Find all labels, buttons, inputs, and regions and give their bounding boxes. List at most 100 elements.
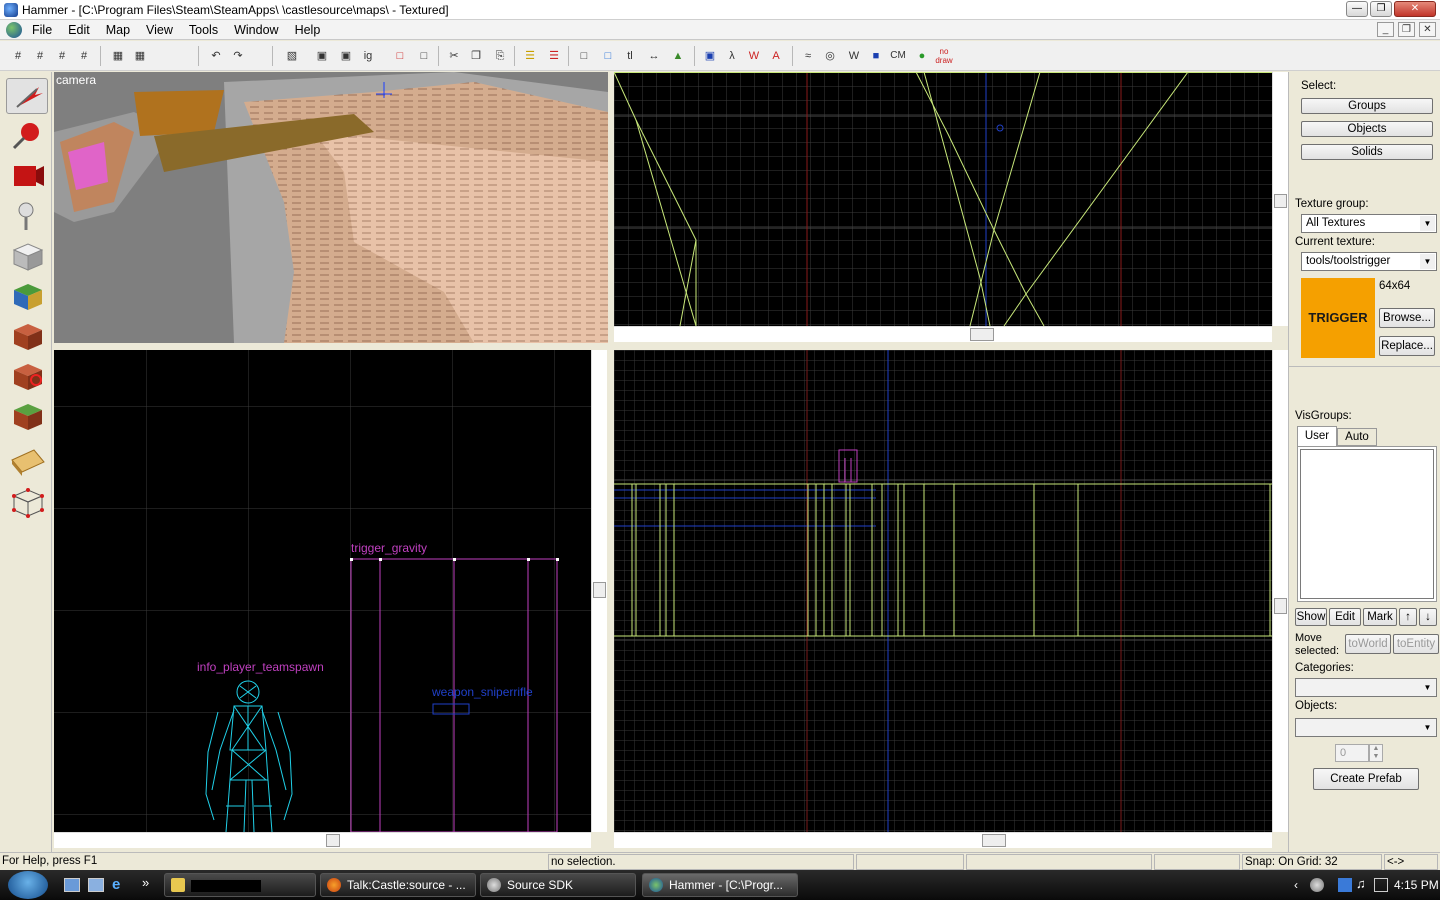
decal-tool-icon[interactable]	[6, 358, 48, 394]
green-ball-icon[interactable]: ●	[912, 46, 932, 66]
run-map-icon[interactable]: ≈	[798, 46, 818, 66]
to-entity-button[interactable]: toEntity	[1393, 634, 1439, 654]
side-view-vscroll[interactable]	[591, 350, 607, 832]
cube-icon[interactable]: ■	[866, 46, 886, 66]
texture-group-select[interactable]: All Textures ▼	[1301, 214, 1437, 233]
replace-button[interactable]: Replace...	[1379, 336, 1435, 356]
texture-preview[interactable]: TRIGGER	[1301, 278, 1375, 358]
menu-map[interactable]: Map	[98, 23, 138, 37]
menu-window[interactable]: Window	[226, 23, 286, 37]
mdi-restore-button[interactable]: ❐	[1398, 22, 1415, 37]
cordon-icon[interactable]: ◎	[820, 46, 840, 66]
show-desktop-icon[interactable]	[64, 878, 80, 892]
browse-button[interactable]: Browse...	[1379, 308, 1435, 328]
groups-button[interactable]: Groups	[1301, 98, 1433, 114]
entity-path-icon[interactable]: λ	[722, 46, 742, 66]
categories-select[interactable]: ▼	[1295, 678, 1437, 697]
entity-icon[interactable]: ▣	[700, 46, 720, 66]
internet-explorer-icon[interactable]: e	[112, 877, 128, 893]
create-prefab-button[interactable]: Create Prefab	[1313, 768, 1419, 790]
front-view-viewport[interactable]	[614, 350, 1272, 832]
menu-file[interactable]: File	[24, 23, 60, 37]
magnify-tool-icon[interactable]	[6, 118, 48, 154]
front-view-hscroll[interactable]	[614, 832, 1272, 848]
tray-steam-icon[interactable]	[1310, 878, 1324, 892]
spinner-arrows-icon[interactable]: ▲ ▼	[1369, 744, 1383, 762]
mark-button[interactable]: Mark	[1363, 608, 1397, 626]
objects-select[interactable]: ▼	[1295, 718, 1437, 737]
tray-network-icon[interactable]	[1338, 878, 1352, 892]
camera-viewport[interactable]: camera	[54, 72, 608, 343]
edit-button[interactable]: Edit	[1329, 608, 1361, 626]
clip-tool-icon[interactable]	[6, 444, 48, 480]
grid-3d-icon[interactable]: #	[30, 46, 50, 66]
minimize-button[interactable]: —	[1346, 1, 1368, 17]
apply-texture-icon[interactable]	[6, 318, 48, 354]
select-icon[interactable]: □	[598, 46, 618, 66]
align-icon[interactable]: ↔	[644, 46, 664, 66]
copy-icon[interactable]: ❐	[466, 46, 486, 66]
taskbar-hammer[interactable]: Hammer - [C:\Progr...	[642, 873, 798, 897]
cubemap-button[interactable]: CM	[888, 46, 908, 66]
taskbar-source-sdk[interactable]: Source SDK	[480, 873, 636, 897]
close-button[interactable]: ✕	[1394, 1, 1436, 17]
count-spinner-input[interactable]: 0	[1335, 744, 1369, 762]
window-switcher-icon[interactable]	[88, 878, 104, 892]
flip-icon[interactable]: ▲	[668, 46, 688, 66]
grid-smaller-icon[interactable]: #	[52, 46, 72, 66]
taskbar-firefox[interactable]: Talk:Castle:source - ...	[320, 873, 476, 897]
group-icon[interactable]: ▦	[108, 46, 128, 66]
paste-icon[interactable]: ⎘	[490, 46, 510, 66]
globe-icon[interactable]	[6, 21, 22, 38]
objects-button[interactable]: Objects	[1301, 121, 1433, 137]
to-world-button[interactable]: toWorld	[1345, 634, 1391, 654]
clock[interactable]: 4:15 PM	[1394, 878, 1439, 892]
toggle-tl-button[interactable]: tl	[620, 46, 640, 66]
tab-auto[interactable]: Auto	[1337, 428, 1377, 446]
menu-help[interactable]: Help	[287, 23, 329, 37]
side-view-viewport[interactable]: trigger_gravity info_player_teamspawn we…	[54, 350, 591, 832]
visgroups-list[interactable]	[1297, 446, 1437, 602]
ignore-groups-button[interactable]: ig	[358, 46, 378, 66]
block-tool-icon[interactable]	[6, 238, 48, 274]
top-view-vscroll[interactable]	[1272, 72, 1288, 326]
arrow-down-icon[interactable]: ↓	[1419, 608, 1437, 626]
front-view-vscroll[interactable]	[1272, 350, 1288, 832]
arrow-up-icon[interactable]: ↑	[1399, 608, 1417, 626]
clip-icon[interactable]: □	[414, 46, 434, 66]
camera-tool-icon[interactable]	[6, 158, 48, 194]
tab-user[interactable]: User	[1297, 426, 1337, 446]
mdi-close-button[interactable]: ✕	[1419, 22, 1436, 37]
hollow-icon[interactable]: □	[390, 46, 410, 66]
solids-button[interactable]: Solids	[1301, 144, 1433, 160]
undo-icon[interactable]: ↶	[206, 46, 226, 66]
texture-application-icon[interactable]	[6, 278, 48, 314]
top-view-viewport[interactable]	[614, 72, 1272, 326]
current-texture-select[interactable]: tools/toolstrigger ▼	[1301, 252, 1437, 271]
menu-view[interactable]: View	[138, 23, 181, 37]
overlay-tool-icon[interactable]	[6, 398, 48, 434]
bounding-box-icon[interactable]: □	[574, 46, 594, 66]
side-view-hscroll[interactable]	[54, 832, 591, 848]
unhide-icon[interactable]: ▣	[336, 46, 356, 66]
maximize-button[interactable]: ❐	[1370, 1, 1392, 17]
menu-tools[interactable]: Tools	[181, 23, 226, 37]
taskbar-folder[interactable]	[164, 873, 316, 897]
grid-larger-icon[interactable]: #	[74, 46, 94, 66]
tray-chevron-icon[interactable]: ‹	[1294, 878, 1298, 892]
vertex-tool-icon[interactable]	[6, 484, 48, 520]
top-view-hscroll[interactable]	[614, 326, 1272, 342]
selection-tool-icon[interactable]	[6, 78, 48, 114]
show-button[interactable]: Show	[1295, 608, 1327, 626]
ungroup-icon[interactable]: ▦	[130, 46, 150, 66]
quicklaunch-chevron[interactable]: »	[142, 875, 149, 890]
grid-icon[interactable]: #	[8, 46, 28, 66]
entity-io-icon[interactable]: A	[766, 46, 786, 66]
cut-icon[interactable]: ✂	[444, 46, 464, 66]
texture-scale-lock-icon[interactable]: ☰	[544, 46, 564, 66]
start-button[interactable]	[8, 871, 48, 899]
hide-icon[interactable]: ▣	[312, 46, 332, 66]
mdi-minimize-button[interactable]: _	[1377, 22, 1394, 37]
redo-icon[interactable]: ↷	[228, 46, 248, 66]
model-icon[interactable]: W	[744, 46, 764, 66]
